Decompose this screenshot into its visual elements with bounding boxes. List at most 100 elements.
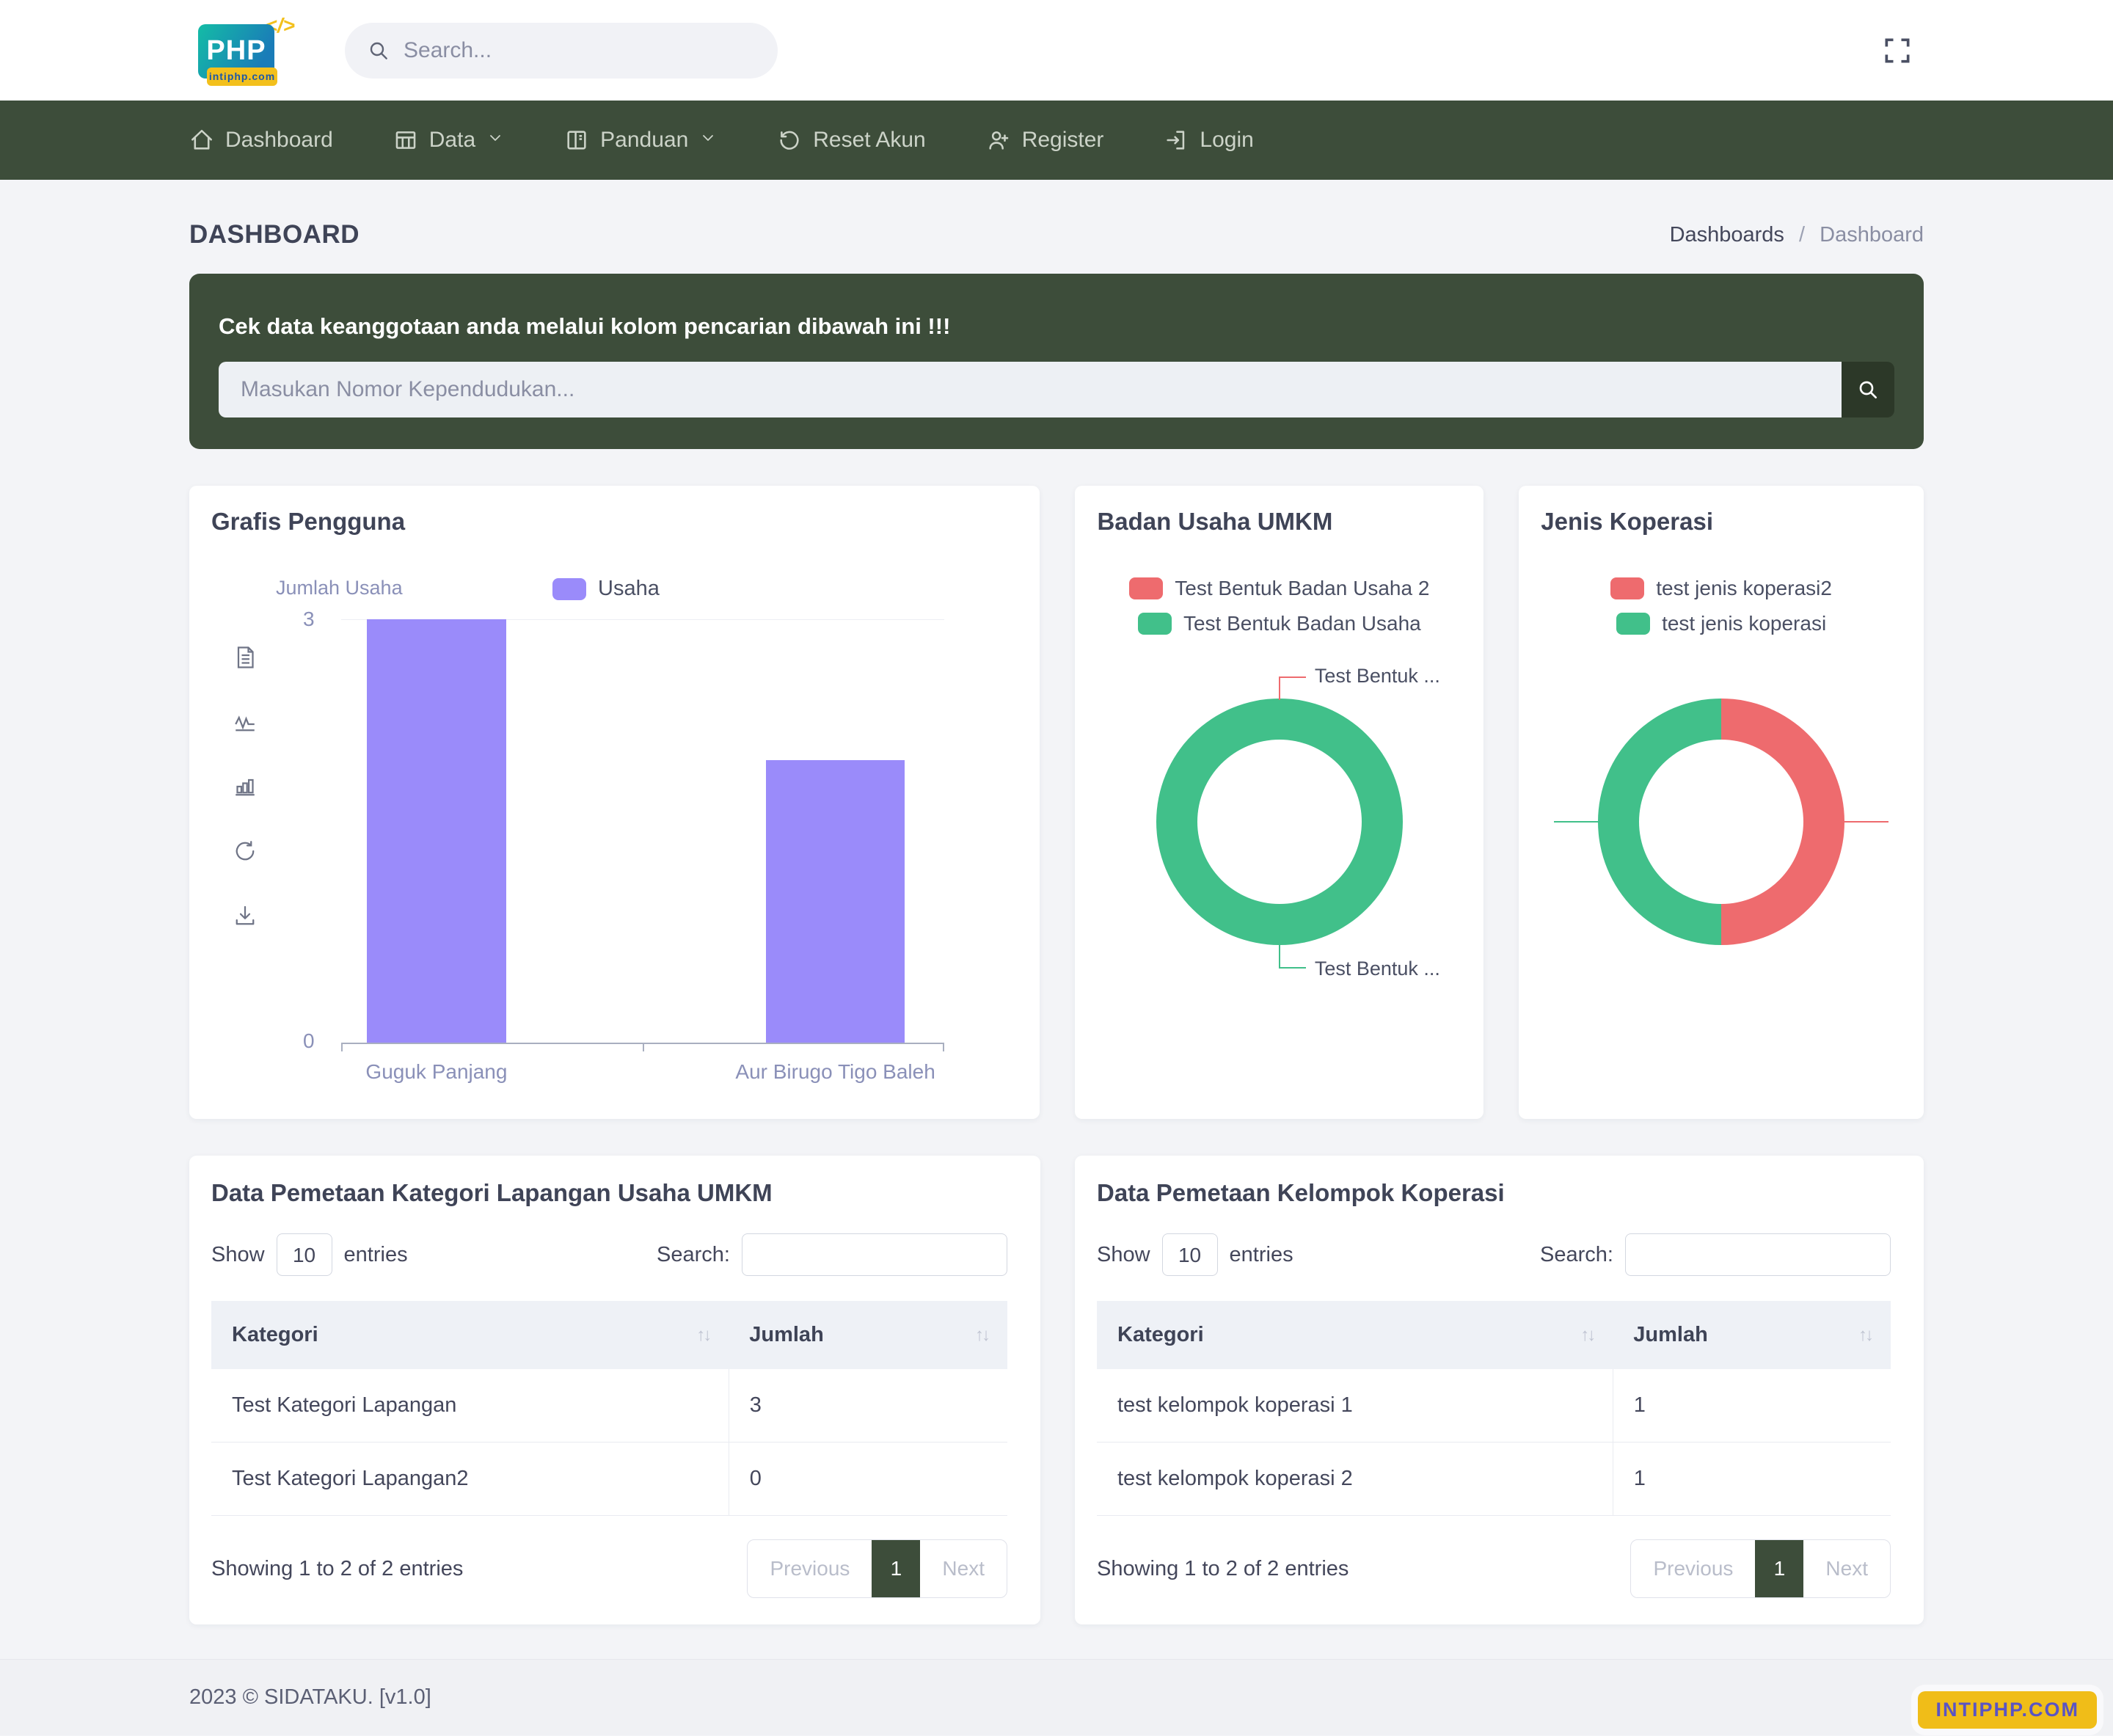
callout-label-bottom: Test Bentuk ... [1315,958,1440,980]
app-logo[interactable]: </> PHP intiphp.com [198,17,295,84]
bar-chart: Jumlah Usaha Usaha 3 0 [211,541,1018,1088]
show-entries-control: Show 10 entries [211,1233,408,1276]
global-search-input[interactable] [404,38,756,63]
next-page-button[interactable]: Next [1803,1540,1890,1597]
y-axis-label: Jumlah Usaha [276,577,403,599]
table-row: Test Kategori Lapangan 3 [211,1369,1007,1443]
search-label: Search: [1540,1243,1613,1267]
intiphp-badge[interactable]: INTIPHP.COM [1918,1691,2097,1729]
sort-icon[interactable]: ↑↓ [696,1325,709,1346]
column-header-jumlah[interactable]: Jumlah ↑↓ [729,1301,1007,1369]
callout-line [1844,821,1888,823]
nik-search-input[interactable] [219,362,1842,417]
table-info: Showing 1 to 2 of 2 entries [211,1557,463,1581]
legend-item[interactable]: Test Bentuk Badan Usaha [1138,612,1421,635]
show-label: Show [1097,1243,1150,1267]
card-badan-usaha-umkm: Badan Usaha UMKM Test Bentuk Badan Usaha… [1075,486,1484,1119]
previous-page-button[interactable]: Previous [748,1540,872,1597]
search-icon [367,39,390,62]
card-kelompok-koperasi: Data Pemetaan Kelompok Koperasi Show 10 … [1075,1156,1924,1624]
entries-select[interactable]: 10 [1162,1233,1218,1276]
line-chart-icon[interactable] [232,709,258,735]
login-icon [1164,128,1189,153]
legend-item-usaha[interactable]: Usaha [552,577,660,601]
nav-item-panduan[interactable]: Panduan [564,128,717,153]
donut-chart-badan-usaha[interactable]: Test Bentuk ... Test Bentuk ... [1156,699,1403,945]
column-header-jumlah[interactable]: Jumlah ↑↓ [1613,1301,1891,1369]
pagination: Previous 1 Next [1630,1539,1891,1598]
legend-item[interactable]: test jenis koperasi2 [1610,577,1832,600]
current-page-button[interactable]: 1 [872,1540,920,1597]
next-page-button[interactable]: Next [920,1540,1007,1597]
nav-label: Login [1200,128,1253,153]
nik-search-form [219,362,1894,417]
legend-item[interactable]: Test Bentuk Badan Usaha 2 [1129,577,1429,600]
cell-jumlah: 0 [729,1443,1007,1516]
nav-label: Dashboard [225,128,333,153]
logo-subtitle: intiphp.com [207,68,277,86]
nav-label: Panduan [600,128,688,153]
chevron-down-icon [699,128,717,153]
legend-label: Usaha [598,577,660,601]
nik-search-button[interactable] [1842,362,1894,417]
nav-item-dashboard[interactable]: Dashboard [189,128,333,153]
table-search-control: Search: [1540,1233,1891,1276]
show-label: Show [211,1243,265,1267]
nav-label: Data [429,128,475,153]
legend-swatch [1616,613,1650,635]
book-icon [564,128,589,153]
table-search-input[interactable] [742,1233,1007,1276]
card-title: Badan Usaha UMKM [1097,508,1461,536]
x-category-label: Aur Birugo Tigo Baleh [735,1060,935,1084]
nav-label: Register [1022,128,1104,153]
user-plus-icon [986,128,1011,153]
table-info: Showing 1 to 2 of 2 entries [1097,1557,1349,1581]
bar-guguk-panjang[interactable] [367,619,506,1043]
card-jenis-koperasi: Jenis Koperasi test jenis koperasi2 test… [1519,486,1924,1119]
table-search-input[interactable] [1625,1233,1891,1276]
sort-icon[interactable]: ↑↓ [975,1325,988,1346]
donut-hole [1197,740,1362,904]
column-header-kategori[interactable]: Kategori ↑↓ [211,1301,729,1369]
table-title: Data Pemetaan Kategori Lapangan Usaha UM… [211,1179,1007,1207]
legend-item[interactable]: test jenis koperasi [1616,612,1826,635]
nav-item-login[interactable]: Login [1164,128,1253,153]
page-footer: 2023 © SIDATAKU. [v1.0] [0,1659,2113,1735]
search-label: Search: [657,1243,730,1267]
data-view-icon[interactable] [232,644,258,671]
previous-page-button[interactable]: Previous [1631,1540,1755,1597]
nav-item-reset-akun[interactable]: Reset Akun [777,128,925,153]
refresh-icon[interactable] [232,838,258,864]
sort-icon[interactable]: ↑↓ [1858,1325,1872,1346]
breadcrumb-parent[interactable]: Dashboards [1670,223,1784,247]
copyright-text: 2023 © SIDATAKU. [v1.0] [189,1685,431,1710]
cell-kategori: test kelompok koperasi 2 [1097,1443,1613,1516]
bar-aur-birugo-tigo-baleh[interactable] [766,760,905,1043]
main-content: DASHBOARD Dashboards / Dashboard Cek dat… [0,220,2113,1624]
donut-hole [1639,740,1803,904]
table-grid-icon [393,128,418,153]
nav-item-register[interactable]: Register [986,128,1104,153]
bar-chart-icon[interactable] [232,773,258,800]
x-category-label: Guguk Panjang [365,1060,507,1084]
entries-select[interactable]: 10 [277,1233,332,1276]
legend-label: Test Bentuk Badan Usaha 2 [1175,577,1429,600]
logo-text: PHP [206,35,266,67]
table-row: test kelompok koperasi 2 1 [1097,1443,1891,1516]
table-search-control: Search: [657,1233,1007,1276]
fullscreen-button[interactable] [1881,34,1913,67]
nav-item-data[interactable]: Data [393,128,504,153]
entries-label: entries [1230,1243,1293,1267]
donut-chart-jenis-koperasi[interactable] [1598,699,1844,945]
column-header-kategori[interactable]: Kategori ↑↓ [1097,1301,1613,1369]
global-search[interactable] [345,23,778,79]
cell-jumlah: 3 [729,1369,1007,1443]
sort-icon[interactable]: ↑↓ [1580,1325,1594,1346]
breadcrumb-current: Dashboard [1820,223,1924,247]
download-icon[interactable] [232,902,258,929]
current-page-button[interactable]: 1 [1755,1540,1803,1597]
x-axis-tick [643,1044,644,1051]
cell-kategori: test kelompok koperasi 1 [1097,1369,1613,1443]
cell-kategori: Test Kategori Lapangan2 [211,1443,729,1516]
breadcrumb-separator: / [1799,223,1805,247]
